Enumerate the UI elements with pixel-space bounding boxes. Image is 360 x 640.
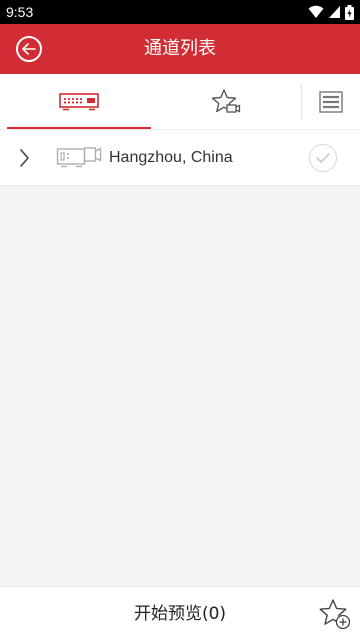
status-icons [308,4,354,20]
tab-favorites[interactable] [151,74,301,129]
back-button[interactable] [16,36,42,62]
battery-icon [345,4,354,20]
divider [0,185,360,186]
device-row[interactable]: Hangzhou, China [0,130,360,185]
list-icon [318,90,343,113]
app-bar: 通道列表 [0,24,360,74]
star-add-icon[interactable] [318,598,352,630]
select-checkbox[interactable] [309,144,337,172]
page-title: 通道列表 [144,38,216,59]
status-time: 9:53 [6,4,34,20]
device-recorder-icon [59,92,99,110]
start-preview-button[interactable]: 开始预览(0) [0,587,360,640]
device-name: Hangzhou, China [109,149,233,166]
channel-list-screen: 9:53 通道列表 Hangzhou, China 开始预览(0) [0,0,360,640]
wifi-icon [308,5,324,18]
check-icon [316,153,330,163]
signal-icon [329,6,340,18]
tab-device[interactable] [7,74,151,129]
chevron-right-icon[interactable] [14,146,34,170]
back-arrow-icon [22,43,36,55]
recorder-icon [56,147,102,168]
star-camera-icon [211,88,241,113]
status-bar: 9:53 [0,0,360,24]
bottom-bar: 开始预览(0) [0,586,360,640]
tab-list[interactable] [301,74,360,129]
tab-bar [0,74,360,129]
